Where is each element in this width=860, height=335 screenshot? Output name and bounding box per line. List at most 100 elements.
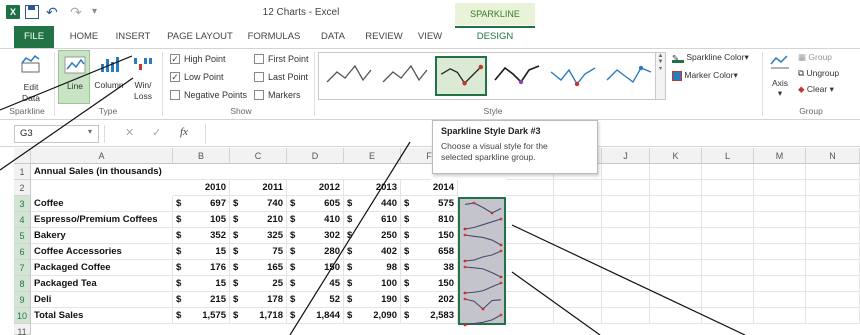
value-cell[interactable]: $302	[287, 228, 344, 244]
empty-cell[interactable]	[506, 196, 554, 212]
value-cell[interactable]: $215	[173, 292, 230, 308]
column-header[interactable]: J	[602, 148, 650, 164]
empty-cell[interactable]	[554, 244, 602, 260]
empty-cell[interactable]	[754, 276, 806, 292]
tab-home[interactable]: HOME	[64, 26, 104, 48]
empty-cell[interactable]	[650, 196, 702, 212]
value-cell[interactable]: $15	[173, 276, 230, 292]
row-header[interactable]: 2	[14, 180, 31, 196]
tab-insert[interactable]: INSERT	[112, 26, 154, 48]
empty-cell[interactable]	[650, 212, 702, 228]
value-cell[interactable]: $352	[173, 228, 230, 244]
worksheet-grid[interactable]: A B C D E F G H I J K L M N 1 2 3 4 5 6 …	[0, 148, 860, 335]
empty-cell[interactable]	[754, 180, 806, 196]
empty-cell[interactable]	[650, 292, 702, 308]
style-swatch[interactable]	[491, 56, 543, 96]
empty-cell[interactable]	[602, 164, 650, 180]
style-swatch[interactable]	[323, 56, 375, 96]
column-header[interactable]: M	[754, 148, 806, 164]
row-header[interactable]: 11	[14, 324, 31, 335]
value-cell[interactable]: $605	[287, 196, 344, 212]
empty-cell[interactable]	[754, 196, 806, 212]
enter-icon[interactable]: ✓	[152, 126, 161, 139]
empty-cell[interactable]	[754, 308, 806, 324]
empty-cell[interactable]	[506, 180, 554, 196]
value-cell[interactable]: $697	[173, 196, 230, 212]
value-cell[interactable]: $176	[173, 260, 230, 276]
style-swatch[interactable]	[603, 56, 655, 96]
value-cell[interactable]: $45	[287, 276, 344, 292]
value-cell[interactable]: $52	[287, 292, 344, 308]
value-cell[interactable]: $250	[344, 228, 401, 244]
empty-cell[interactable]	[506, 308, 554, 324]
row-header[interactable]: 1	[14, 164, 31, 180]
tab-view[interactable]: VIEW	[413, 26, 447, 48]
empty-cell[interactable]	[806, 196, 860, 212]
value-cell[interactable]: $75	[230, 244, 287, 260]
empty-cell[interactable]	[806, 276, 860, 292]
group-button[interactable]: ▦ Group	[798, 52, 856, 66]
empty-cell[interactable]	[506, 292, 554, 308]
row-label-cell[interactable]: Deli	[31, 292, 173, 308]
value-cell[interactable]: $178	[230, 292, 287, 308]
style-swatch-selected[interactable]	[435, 56, 487, 96]
tab-data[interactable]: DATA	[314, 26, 352, 48]
type-column-button[interactable]: Column	[92, 50, 126, 104]
insert-function-icon[interactable]: fx	[180, 126, 188, 138]
empty-cell[interactable]	[650, 164, 702, 180]
empty-cell[interactable]	[754, 292, 806, 308]
empty-cell[interactable]	[506, 212, 554, 228]
empty-cell[interactable]	[702, 196, 754, 212]
value-cell[interactable]: $1,844	[287, 308, 344, 324]
empty-cell[interactable]	[650, 276, 702, 292]
sparkline[interactable]	[461, 265, 505, 279]
row-header[interactable]: 7	[14, 260, 31, 276]
value-cell[interactable]: $740	[230, 196, 287, 212]
empty-cell[interactable]	[506, 244, 554, 260]
empty-cell[interactable]	[754, 260, 806, 276]
empty-cell[interactable]	[554, 212, 602, 228]
value-cell[interactable]: $410	[287, 212, 344, 228]
empty-cell[interactable]	[506, 276, 554, 292]
year-header-cell[interactable]: 2010	[173, 180, 230, 196]
empty-cell[interactable]	[602, 276, 650, 292]
ungroup-button[interactable]: ⧉ Ungroup	[798, 68, 856, 82]
tab-page-layout[interactable]: PAGE LAYOUT	[165, 26, 235, 48]
column-header[interactable]: B	[173, 148, 230, 164]
empty-cell[interactable]	[702, 276, 754, 292]
empty-cell[interactable]	[702, 212, 754, 228]
cancel-icon[interactable]: ✕	[125, 126, 134, 139]
sparkline[interactable]	[461, 281, 505, 295]
value-cell[interactable]: $150	[287, 260, 344, 276]
sparkline-color-button[interactable]: ✎ Sparkline Color▾	[672, 52, 758, 66]
value-cell[interactable]: $575	[401, 196, 458, 212]
value-cell[interactable]: $100	[344, 276, 401, 292]
row-header[interactable]: 8	[14, 276, 31, 292]
row-header[interactable]: 5	[14, 228, 31, 244]
row-header[interactable]: 9	[14, 292, 31, 308]
marker-color-button[interactable]: Marker Color▾	[672, 70, 758, 84]
year-header-cell[interactable]: 2013	[344, 180, 401, 196]
customize-quick-access-icon[interactable]: ▾	[92, 5, 106, 19]
empty-cell[interactable]	[554, 196, 602, 212]
empty-cell[interactable]	[554, 260, 602, 276]
sparkline[interactable]	[461, 233, 505, 247]
empty-cell[interactable]	[806, 228, 860, 244]
value-cell[interactable]: $105	[173, 212, 230, 228]
empty-cell[interactable]	[554, 228, 602, 244]
empty-cell[interactable]	[806, 180, 860, 196]
type-line-button[interactable]: Line	[58, 50, 90, 104]
tab-formulas[interactable]: FORMULAS	[245, 26, 303, 48]
value-cell[interactable]: $2,583	[401, 308, 458, 324]
empty-cell[interactable]	[650, 180, 702, 196]
empty-cell[interactable]	[754, 228, 806, 244]
value-cell[interactable]: $98	[344, 260, 401, 276]
empty-cell[interactable]	[554, 180, 602, 196]
empty-cell[interactable]	[806, 212, 860, 228]
edit-data-button[interactable]: Edit Data	[14, 52, 48, 103]
year-header-cell[interactable]: 2012	[287, 180, 344, 196]
empty-cell[interactable]	[702, 228, 754, 244]
empty-cell[interactable]	[602, 308, 650, 324]
value-cell[interactable]: $190	[344, 292, 401, 308]
column-header[interactable]: K	[650, 148, 702, 164]
